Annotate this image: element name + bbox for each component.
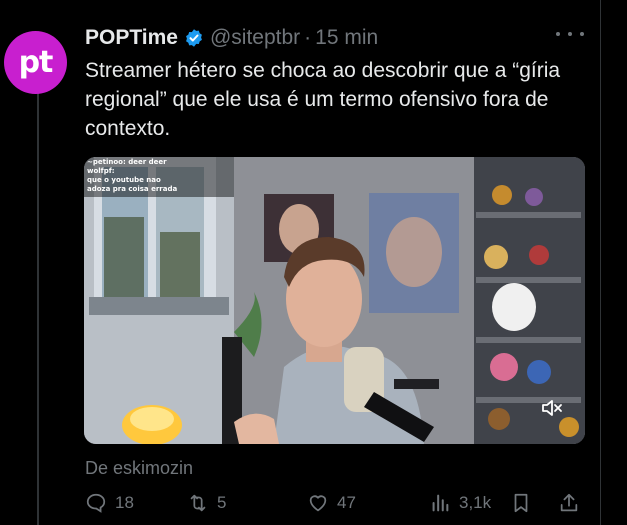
separator-dot: ·	[304, 26, 312, 49]
bookmark-button[interactable]	[510, 492, 540, 514]
share-button[interactable]	[558, 492, 588, 514]
action-bar: 18 5 47 3,1k	[85, 492, 585, 524]
tweet-header: POPTime @siteptbr · 15 min	[85, 23, 378, 53]
chat-line: ~petinoo: deer deer	[87, 158, 167, 166]
timestamp[interactable]: 15 min	[315, 26, 378, 50]
like-count: 47	[337, 493, 356, 512]
chat-line: wolfpf:	[87, 167, 115, 175]
reply-button[interactable]: 18	[85, 492, 134, 514]
author-name[interactable]: POPTime	[85, 26, 178, 50]
repost-count: 5	[217, 493, 227, 512]
tweet-text: Streamer hétero se choca ao descobrir qu…	[85, 59, 561, 140]
views-button[interactable]: 3,1k	[429, 492, 491, 514]
verified-badge-icon	[186, 29, 202, 47]
like-icon	[309, 495, 327, 512]
mute-icon[interactable]	[540, 397, 564, 419]
timeline-border	[600, 0, 601, 525]
chat-line: que o youtube nao	[87, 176, 161, 184]
repost-icon	[190, 494, 206, 512]
more-icon[interactable]	[556, 27, 584, 41]
reply-count: 18	[115, 493, 134, 512]
author-handle[interactable]: @siteptbr	[210, 26, 300, 50]
avatar[interactable]: pt	[4, 31, 67, 94]
chat-line: adoza pra coisa errada	[87, 185, 178, 193]
repost-button[interactable]: 5	[187, 492, 226, 514]
reply-icon	[86, 493, 106, 513]
video-player[interactable]: ~petinoo: deer deer wolfpf: que o youtub…	[84, 157, 585, 444]
video-frame	[84, 157, 585, 444]
avatar-logo-text: pt	[18, 45, 54, 80]
media-credit[interactable]: De eskimozin	[85, 458, 193, 479]
thread-line	[37, 84, 39, 525]
views-count: 3,1k	[459, 493, 492, 512]
share-icon	[560, 493, 578, 512]
like-button[interactable]: 47	[307, 492, 356, 514]
views-icon	[432, 494, 449, 512]
bookmark-icon	[514, 493, 528, 513]
tweet[interactable]: pt POPTime @siteptbr · 15 min Streamer h…	[0, 0, 627, 525]
stream-chat-overlay: ~petinoo: deer deer wolfpf: que o youtub…	[87, 158, 177, 194]
